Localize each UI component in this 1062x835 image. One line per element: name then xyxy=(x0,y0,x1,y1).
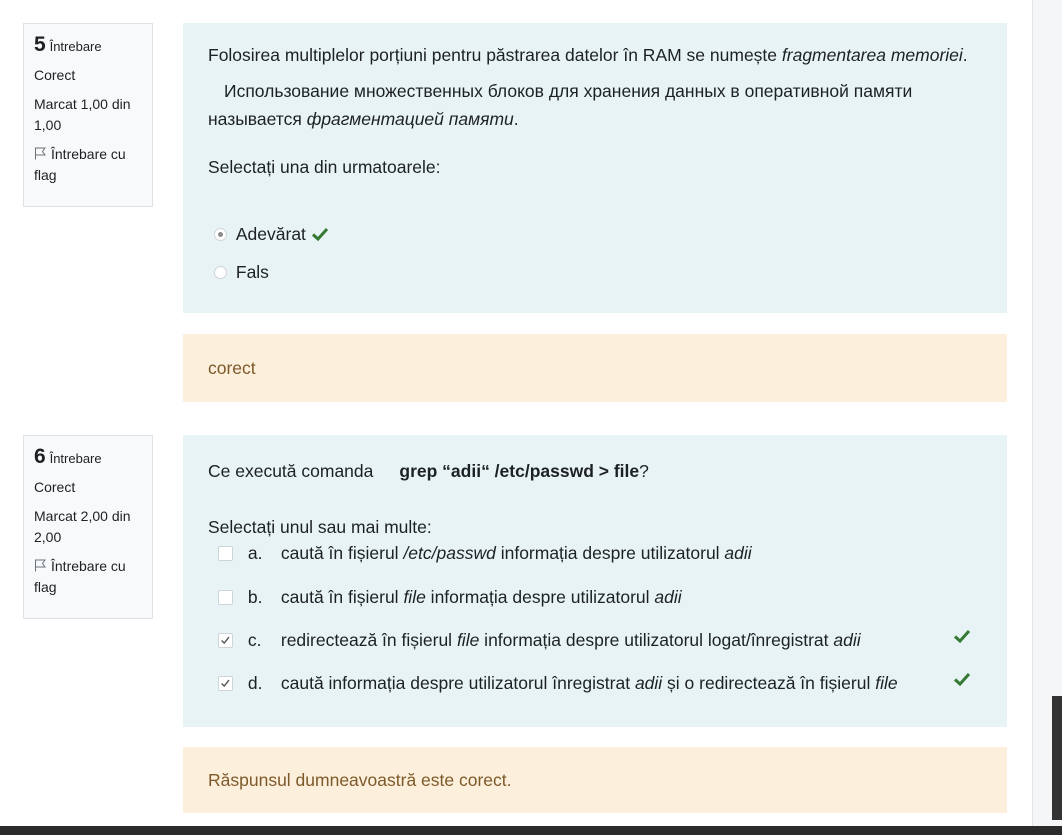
taskbar-edge xyxy=(0,826,1062,835)
question-state: Corect xyxy=(34,479,76,495)
correct-check-icon xyxy=(953,672,971,687)
answer-prompt: Selectați unul sau mai multe: xyxy=(208,517,432,537)
question-5-feedback: corect xyxy=(183,334,1007,402)
checkbox-b[interactable] xyxy=(218,590,233,605)
question-state: Corect xyxy=(34,67,76,83)
correct-check-icon xyxy=(311,227,328,242)
question-5-content: Folosirea multiplelor porțiuni pentru pă… xyxy=(183,23,1007,313)
question-text-ro: Folosirea multiplelor porțiuni pentru pă… xyxy=(208,45,968,65)
correct-check-icon xyxy=(953,629,971,644)
question-grade: Marcat 1,00 din 1,00 xyxy=(34,96,131,133)
question-text: Ce execută comanda grep “adii“ /etc/passw… xyxy=(208,461,649,481)
answer-option-true[interactable]: Adevărat xyxy=(214,224,329,245)
question-6-info: 6 Întrebare Corect Marcat 2,00 din 2,00 … xyxy=(23,435,153,619)
answer-option-d[interactable]: d. caută informația despre utilizatorul î… xyxy=(218,673,898,694)
flag-question-link[interactable]: Întrebare cu flag xyxy=(34,556,142,598)
flag-question-link[interactable]: Întrebare cu flag xyxy=(34,144,142,186)
radio-true[interactable] xyxy=(214,228,227,241)
checkbox-c[interactable] xyxy=(218,633,233,648)
question-number: 5 Întrebare xyxy=(34,33,102,56)
radio-false[interactable] xyxy=(214,266,227,279)
question-number: 6 Întrebare xyxy=(34,445,102,468)
flag-label: Întrebare cu flag xyxy=(34,558,126,595)
answer-option-false[interactable]: Fals xyxy=(214,262,269,283)
checkbox-a[interactable] xyxy=(218,546,233,561)
flag-icon xyxy=(35,559,46,572)
answer-option-a[interactable]: a. caută în fișierul /etc/passwd informaț… xyxy=(218,543,752,564)
flag-label: Întrebare cu flag xyxy=(34,146,126,183)
command-text: grep “adii“ /etc/passwd > file xyxy=(399,461,640,481)
checkbox-check-icon xyxy=(221,636,230,645)
question-5-info: 5 Întrebare Corect Marcat 1,00 din 1,00 … xyxy=(23,23,153,207)
checkbox-check-icon xyxy=(221,679,230,688)
question-grade: Marcat 2,00 din 2,00 xyxy=(34,508,131,545)
answer-option-c[interactable]: c. redirectează în fișierul file informaț… xyxy=(218,630,861,651)
flag-icon xyxy=(35,147,46,160)
scrollbar-thumb[interactable] xyxy=(1052,696,1062,820)
question-6-feedback: Răspunsul dumneavoastră este corect. xyxy=(183,747,1007,813)
answer-prompt: Selectați una din urmatoarele: xyxy=(208,157,441,177)
question-text-ru: Использование множественных блоков для х… xyxy=(208,81,913,129)
answer-option-b[interactable]: b. caută în fișierul file informația desp… xyxy=(218,587,682,608)
checkbox-d[interactable] xyxy=(218,676,233,691)
